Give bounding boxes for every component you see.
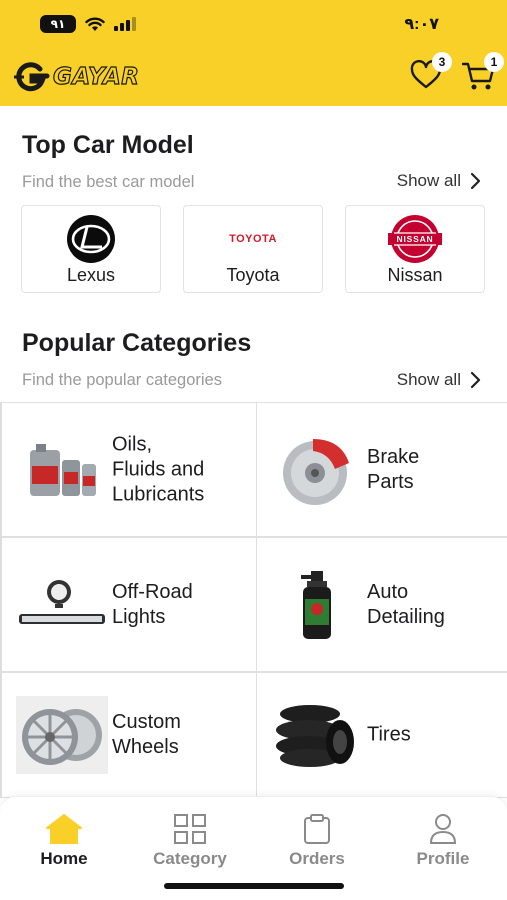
wifi-icon [85,17,105,31]
category-label: Brake Parts [367,445,420,493]
category-label: Custom Wheels [112,711,181,758]
nissan-wordmark: NISSAN [396,234,434,244]
brand-card-lexus[interactable]: Lexus [21,205,161,293]
nav-label: Profile [416,849,470,868]
clipboard-icon [304,814,330,844]
categories-title: Popular Categories [22,329,252,357]
category-label: Oils, Fluids and Lubricants [112,433,205,505]
category-off-road-lights[interactable]: Off-Road Lights [2,537,257,672]
app-logo[interactable]: GAYAR [14,60,140,94]
nav-label: Orders [289,849,345,868]
light-bar-image [16,566,108,644]
top-models-subtitle: Find the best car model [22,173,195,191]
cart-button[interactable]: 1 [461,52,504,94]
home-indicator [164,883,344,889]
category-label: Tires [367,723,411,746]
brand-card-nissan[interactable]: NISSAN Nissan [345,205,485,293]
categories-show-all[interactable]: Show all [397,370,481,390]
nav-category[interactable]: Category [135,813,245,869]
brand-name: Nissan [387,265,443,285]
top-models-title: Top Car Model [22,131,194,159]
show-all-label: Show all [396,370,461,389]
status-bar: ٩١ ٩:٠٧ [0,0,507,48]
logo-mark-icon [14,62,50,92]
brand-name: Toyota [226,265,280,285]
chevron-right-icon [470,371,481,389]
battery-indicator: ٩١ [40,15,76,33]
brake-disc-image [271,431,363,509]
signal-icon [114,17,136,31]
top-models-show-all[interactable]: Show all [397,171,481,191]
category-brake-parts[interactable]: Brake Parts [257,402,507,537]
category-grid: Oils, Fluids and Lubricants Brake Parts [0,402,507,798]
home-icon [46,814,82,844]
nav-orders[interactable]: Orders [262,813,372,869]
category-oils[interactable]: Oils, Fluids and Lubricants [2,402,257,537]
brand-name: Lexus [66,265,116,285]
wheels-image [16,696,108,774]
nav-home[interactable]: Home [9,813,119,869]
toyota-wordmark: TOYOTA [229,233,277,245]
chevron-right-icon [470,172,481,190]
lexus-logo-icon [60,214,122,264]
categories-subtitle: Find the popular categories [22,371,222,389]
logo-text: GAYAR [52,63,140,90]
app-header: ٩١ ٩:٠٧ GAYAR 3 1 [0,0,507,106]
category-auto-detailing[interactable]: Auto Detailing [257,537,507,672]
category-tires[interactable]: Tires [257,672,507,798]
show-all-label: Show all [396,171,461,190]
toyota-logo-icon: TOYOTA [222,214,284,264]
car-model-list: Lexus TOYOTA Toyota NISSAN Nissan [21,205,507,295]
nav-label: Category [153,849,227,868]
brand-card-toyota[interactable]: TOYOTA Toyota [183,205,323,293]
oil-bottles-image [16,431,108,509]
person-icon [429,814,457,844]
spray-bottle-image [271,566,363,644]
wishlist-count-badge: 3 [432,52,452,72]
grid-icon [174,814,206,844]
nav-label: Home [40,849,88,868]
tires-image [271,696,363,774]
category-label: Off-Road Lights [112,580,193,628]
nissan-logo-icon: NISSAN [384,214,446,264]
cart-count-badge: 1 [484,52,504,72]
wishlist-button[interactable]: 3 [410,52,452,94]
nav-profile[interactable]: Profile [388,813,498,869]
category-custom-wheels[interactable]: Custom Wheels [2,672,257,798]
category-label: Auto Detailing [367,580,445,628]
status-time: ٩:٠٧ [404,16,439,33]
